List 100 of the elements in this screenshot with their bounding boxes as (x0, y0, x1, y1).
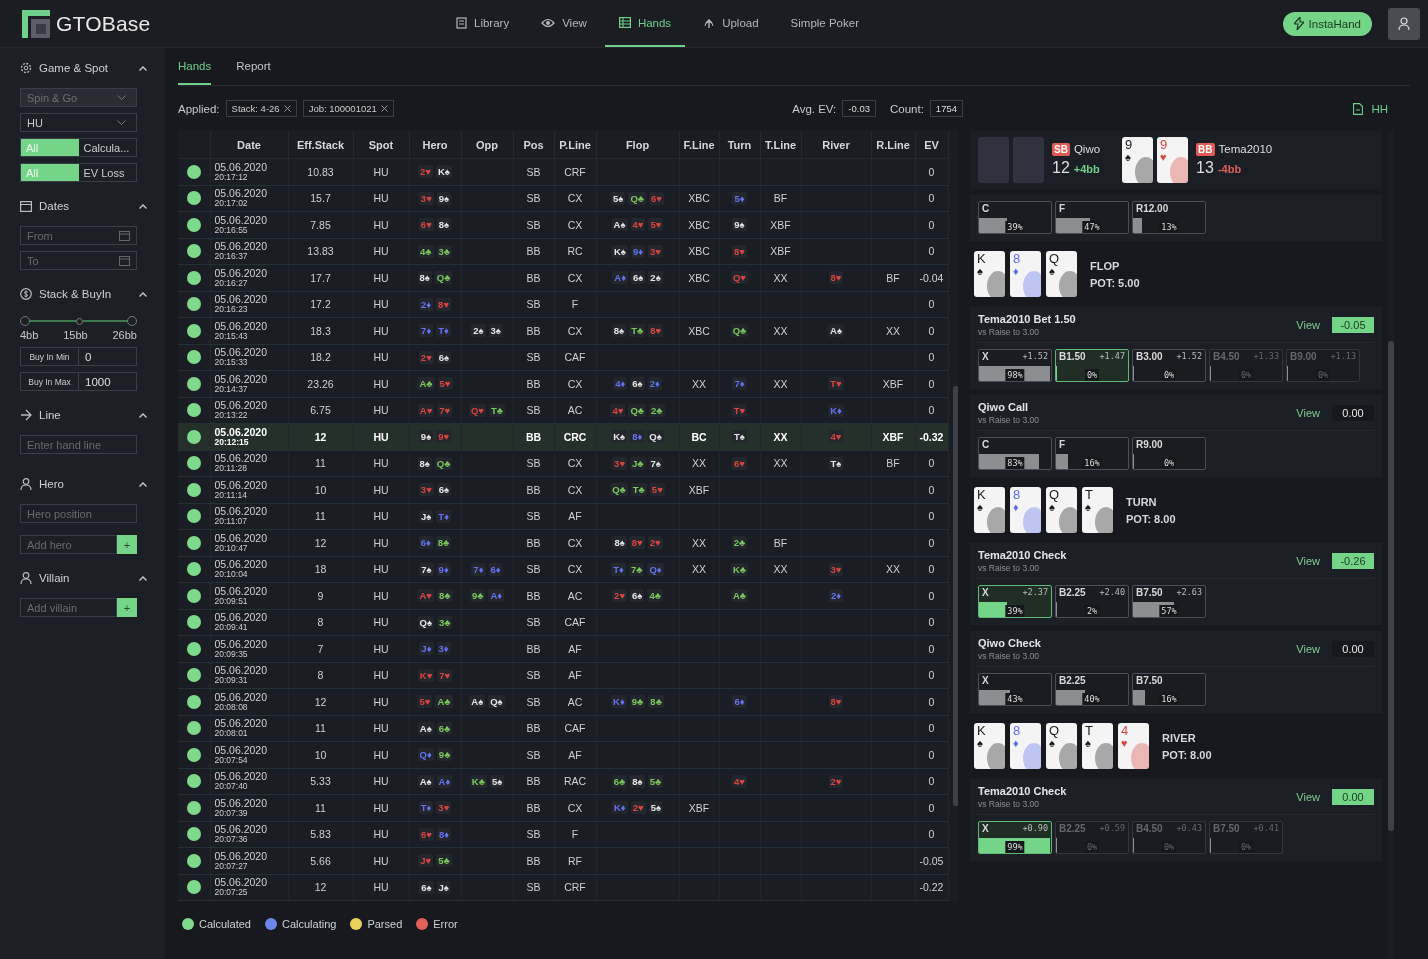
column-header[interactable]: F.Line (679, 131, 719, 159)
card-chip: 3♥ (436, 801, 452, 815)
strategy-option[interactable]: F 47% (1055, 201, 1129, 234)
table-row[interactable]: 05.06.2020 20:09:51 9 HU A♥ 8♣ 9♣ A♦ BB AC 2♥ 6♠ 4♣ A♣ 2♦ 0 (178, 582, 948, 609)
filter-chip[interactable]: Stack: 4-26 (225, 100, 297, 117)
table-row[interactable]: 05.06.2020 20:16:55 7.85 HU 6♥ 8♠ SB CX A♠ 4♥ 5♥ XBC 9♠ XBF 0 (178, 211, 948, 238)
nav-tab[interactable]: View (527, 0, 601, 47)
table-row[interactable]: 05.06.2020 20:10:47 12 HU 6♦ 8♣ BB CX 8♠ 8♥ 2♥ XX 2♣ BF 0 (178, 529, 948, 556)
table-row[interactable]: 05.06.2020 20:15:43 18.3 HU 7♦ T♦ 2♠ 3♠ BB CX 8♠ T♣ 8♥ XBC Q♣ XX A♠ XX 0 (178, 317, 948, 344)
chevron-icon[interactable] (139, 291, 147, 297)
add-button[interactable]: + (117, 598, 137, 617)
table-row[interactable]: 05.06.2020 20:17:12 10.83 HU 2♥ K♠ SB CRF 0 (178, 158, 948, 185)
view-link[interactable]: View (1296, 407, 1320, 419)
column-header[interactable]: Hero (409, 131, 461, 159)
table-row[interactable]: 05.06.2020 20:09:35 7 HU J♦ 3♦ BB AF 0 (178, 635, 948, 662)
strategy-option[interactable]: X 43% (978, 673, 1052, 706)
range-slider[interactable] (20, 316, 137, 326)
input-field[interactable]: Add hero (20, 535, 117, 554)
column-header[interactable]: R.Line (871, 131, 915, 159)
column-header[interactable]: Opp (461, 131, 513, 159)
strategy-option[interactable]: F 16% (1055, 437, 1129, 470)
table-row[interactable]: 05.06.2020 20:15:33 18.2 HU 2♥ 6♠ SB CAF 0 (178, 344, 948, 371)
chevron-icon[interactable] (139, 203, 147, 209)
table-row[interactable]: 05.06.2020 20:09:41 8 HU Q♠ 3♣ SB CAF 0 (178, 609, 948, 636)
chevron-icon[interactable] (139, 481, 147, 487)
strategy-option[interactable]: X +1.52 98% (978, 349, 1052, 382)
strategy-option[interactable]: R9.00 0% (1132, 437, 1206, 470)
close-icon[interactable] (283, 105, 291, 112)
input-field[interactable]: Add villain (20, 598, 117, 617)
column-header[interactable]: Spot (353, 131, 409, 159)
input-field[interactable]: Enter hand line (20, 435, 137, 454)
table-row[interactable]: 05.06.2020 20:07:36 5.83 HU 6♥ 8♦ SB F 0 (178, 821, 948, 848)
chevron-icon[interactable] (139, 575, 147, 581)
toggle-option[interactable]: EV Loss (78, 164, 136, 181)
nav-tab[interactable]: Upload (689, 0, 773, 47)
column-header[interactable]: Eff.Stack (288, 131, 353, 159)
table-row[interactable]: 05.06.2020 20:07:40 5.33 HU A♠ A♦ K♣ 5♠ BB RAC 6♣ 8♠ 5♣ 4♥ 2♥ 0 (178, 768, 948, 795)
table-row[interactable]: 05.06.2020 20:14:37 23.26 HU A♣ 5♥ BB CX 4♦ 6♠ 2♦ XX 7♦ XX T♥ XBF 0 (178, 370, 948, 397)
toggle-option[interactable]: Calcula... (78, 139, 136, 156)
table-row[interactable]: 05.06.2020 20:09:31 8 HU K♥ 7♥ SB AF 0 (178, 662, 948, 689)
add-button[interactable]: + (117, 535, 137, 554)
view-link[interactable]: View (1296, 555, 1320, 567)
filter-chip[interactable]: Job: 100001021 (302, 100, 394, 117)
view-link[interactable]: View (1296, 791, 1320, 803)
date-field[interactable]: From (20, 226, 137, 245)
column-header[interactable]: Date (210, 131, 288, 159)
view-link[interactable]: View (1296, 319, 1320, 331)
table-row[interactable]: 05.06.2020 20:16:37 13.83 HU 4♣ 3♣ BB RC K♠ 9♦ 3♥ XBC 8♥ XBF 0 (178, 238, 948, 265)
input-field[interactable]: 1000 (79, 372, 137, 391)
table-row[interactable]: 05.06.2020 20:11:14 10 HU 3♥ 6♠ BB CX Q♣ T♣ 5♥ XBF 0 (178, 476, 948, 503)
view-link[interactable]: View (1296, 643, 1320, 655)
nav-tab[interactable]: Library (442, 0, 524, 47)
table-row[interactable]: 05.06.2020 20:07:27 5.66 HU J♥ 5♣ BB RF -0.05 (178, 847, 948, 874)
chevron-icon[interactable] (139, 412, 147, 418)
close-icon[interactable] (380, 105, 388, 112)
table-row[interactable]: 05.06.2020 20:16:27 17.7 HU 8♠ Q♣ BB CX A♦ 6♠ 2♠ XBC Q♥ XX 8♥ BF -0.04 (178, 264, 948, 291)
table-row[interactable]: 05.06.2020 20:07:25 12 HU 6♠ J♠ SB CRF -0.22 (178, 874, 948, 901)
instahand-button[interactable]: InstaHand (1282, 11, 1372, 36)
input-field[interactable]: 0 (79, 347, 137, 366)
strategy-option[interactable]: X +0.90 99% (978, 821, 1052, 854)
table-row[interactable]: 05.06.2020 20:08:08 12 HU 5♥ A♣ A♠ Q♠ SB AC K♦ 9♣ 8♣ 6♦ 8♥ 0 (178, 688, 948, 715)
table-row[interactable]: 05.06.2020 20:08:01 11 HU A♠ 6♣ BB CAF 0 (178, 715, 948, 742)
strategy-option[interactable]: B7.50 16% (1132, 673, 1206, 706)
column-header[interactable]: T.Line (760, 131, 801, 159)
table-row[interactable]: 05.06.2020 20:13:22 6.75 HU A♥ 7♥ Q♥ T♣ SB AC 4♥ Q♣ 2♣ T♥ K♦ 0 (178, 397, 948, 424)
strategy-option[interactable]: X +2.37 39% (978, 585, 1052, 618)
hand-history-link[interactable]: HH (1353, 102, 1388, 115)
strategy-option[interactable]: C 83% (978, 437, 1052, 470)
dropdown[interactable]: HU (20, 113, 137, 132)
table-row[interactable]: 05.06.2020 20:11:28 11 HU 8♠ Q♣ SB CX 3♥ J♣ 7♠ XX 6♥ XX T♠ BF 0 (178, 450, 948, 477)
table-row[interactable]: 05.06.2020 20:07:39 11 HU T♦ 3♥ BB CX K♦ 2♥ 5♠ XBF 0 (178, 794, 948, 821)
scrollbar[interactable] (1388, 131, 1394, 959)
strategy-option[interactable]: B1.50 +1.47 0% (1055, 349, 1129, 382)
table-row[interactable]: 05.06.2020 20:12:15 12 HU 9♠ 9♥ BB CRC K♠ 8♦ Q♠ BC T♠ XX 4♥ XBF -0.32 (178, 423, 948, 450)
strategy-option[interactable]: B2.25 40% (1055, 673, 1129, 706)
date-field[interactable]: To (20, 251, 137, 270)
column-header[interactable]: Turn (719, 131, 760, 159)
strategy-option[interactable]: R12.00 13% (1132, 201, 1206, 234)
table-row[interactable]: 05.06.2020 20:10:04 18 HU 7♠ 9♦ 7♦ 6♦ SB CX T♦ 7♣ Q♦ XX K♣ XX 3♥ XX 0 (178, 556, 948, 583)
nav-tab[interactable]: Hands (604, 0, 686, 47)
strategy-option[interactable]: B2.25 +2.40 2% (1055, 585, 1129, 618)
input-field[interactable]: Hero position (20, 504, 137, 523)
tab[interactable]: Report (236, 48, 271, 85)
nav-tab[interactable]: Simple Poker (776, 0, 873, 47)
table-row[interactable]: 05.06.2020 20:16:23 17.2 HU 2♦ 8♥ SB F 0 (178, 291, 948, 318)
table-cell: 10 (288, 476, 353, 503)
column-header[interactable]: EV (915, 131, 948, 159)
strategy-option[interactable]: B3.00 +1.52 0% (1132, 349, 1206, 382)
table-row[interactable]: 05.06.2020 20:07:54 10 HU Q♦ 9♣ SB AF 0 (178, 741, 948, 768)
column-header[interactable]: Flop (596, 131, 679, 159)
user-button[interactable] (1388, 7, 1420, 40)
column-header[interactable]: Pos (513, 131, 554, 159)
table-row[interactable]: 05.06.2020 20:11:07 11 HU J♠ T♦ SB AF 0 (178, 503, 948, 530)
chevron-icon[interactable] (139, 65, 147, 71)
strategy-option[interactable]: C 39% (978, 201, 1052, 234)
strategy-option[interactable]: B7.50 +2.63 57% (1132, 585, 1206, 618)
tab[interactable]: Hands (178, 48, 212, 85)
column-header[interactable]: River (801, 131, 871, 159)
table-row[interactable]: 05.06.2020 20:17:02 15.7 HU 3♥ 9♠ SB CX 5♠ Q♣ 6♥ XBC 5♦ BF 0 (178, 185, 948, 212)
column-header[interactable]: P.Line (554, 131, 596, 159)
